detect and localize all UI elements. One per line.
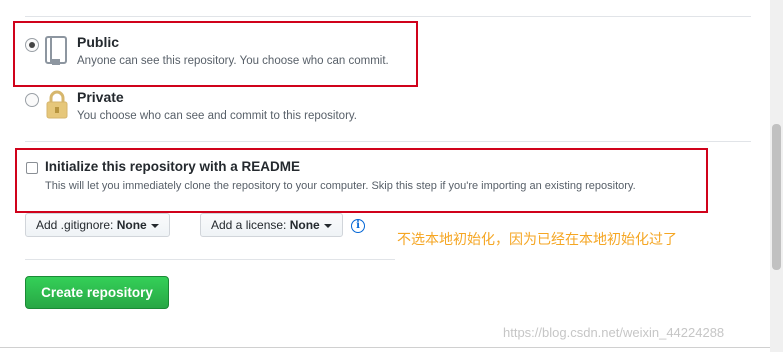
bottom-divider bbox=[25, 259, 395, 260]
gitignore-value: None bbox=[116, 218, 147, 232]
readme-highlight-box bbox=[15, 148, 708, 213]
private-radio[interactable] bbox=[25, 93, 39, 107]
license-label: Add a license: bbox=[211, 218, 287, 232]
info-icon[interactable]: i bbox=[351, 219, 365, 233]
private-title: Private bbox=[77, 89, 124, 105]
watermark: https://blog.csdn.net/weixin_44224288 bbox=[503, 325, 725, 340]
top-divider bbox=[25, 16, 751, 17]
caret-down-icon bbox=[150, 223, 159, 228]
middle-divider bbox=[25, 141, 751, 142]
private-description: You choose who can see and commit to thi… bbox=[77, 110, 357, 122]
scrollbar-thumb[interactable] bbox=[772, 124, 781, 270]
footer-divider bbox=[0, 347, 770, 348]
lock-icon bbox=[46, 90, 68, 119]
create-repository-button[interactable]: Create repository bbox=[25, 276, 169, 309]
annotation-text: 不选本地初始化，因为已经在本地初始化过了 bbox=[397, 232, 677, 248]
public-highlight-box bbox=[13, 21, 418, 87]
license-dropdown[interactable]: Add a license: None bbox=[200, 213, 343, 237]
caret-down-icon bbox=[323, 223, 332, 228]
gitignore-dropdown[interactable]: Add .gitignore: None bbox=[25, 213, 170, 237]
license-value: None bbox=[289, 218, 320, 232]
gitignore-label: Add .gitignore: bbox=[36, 218, 114, 232]
